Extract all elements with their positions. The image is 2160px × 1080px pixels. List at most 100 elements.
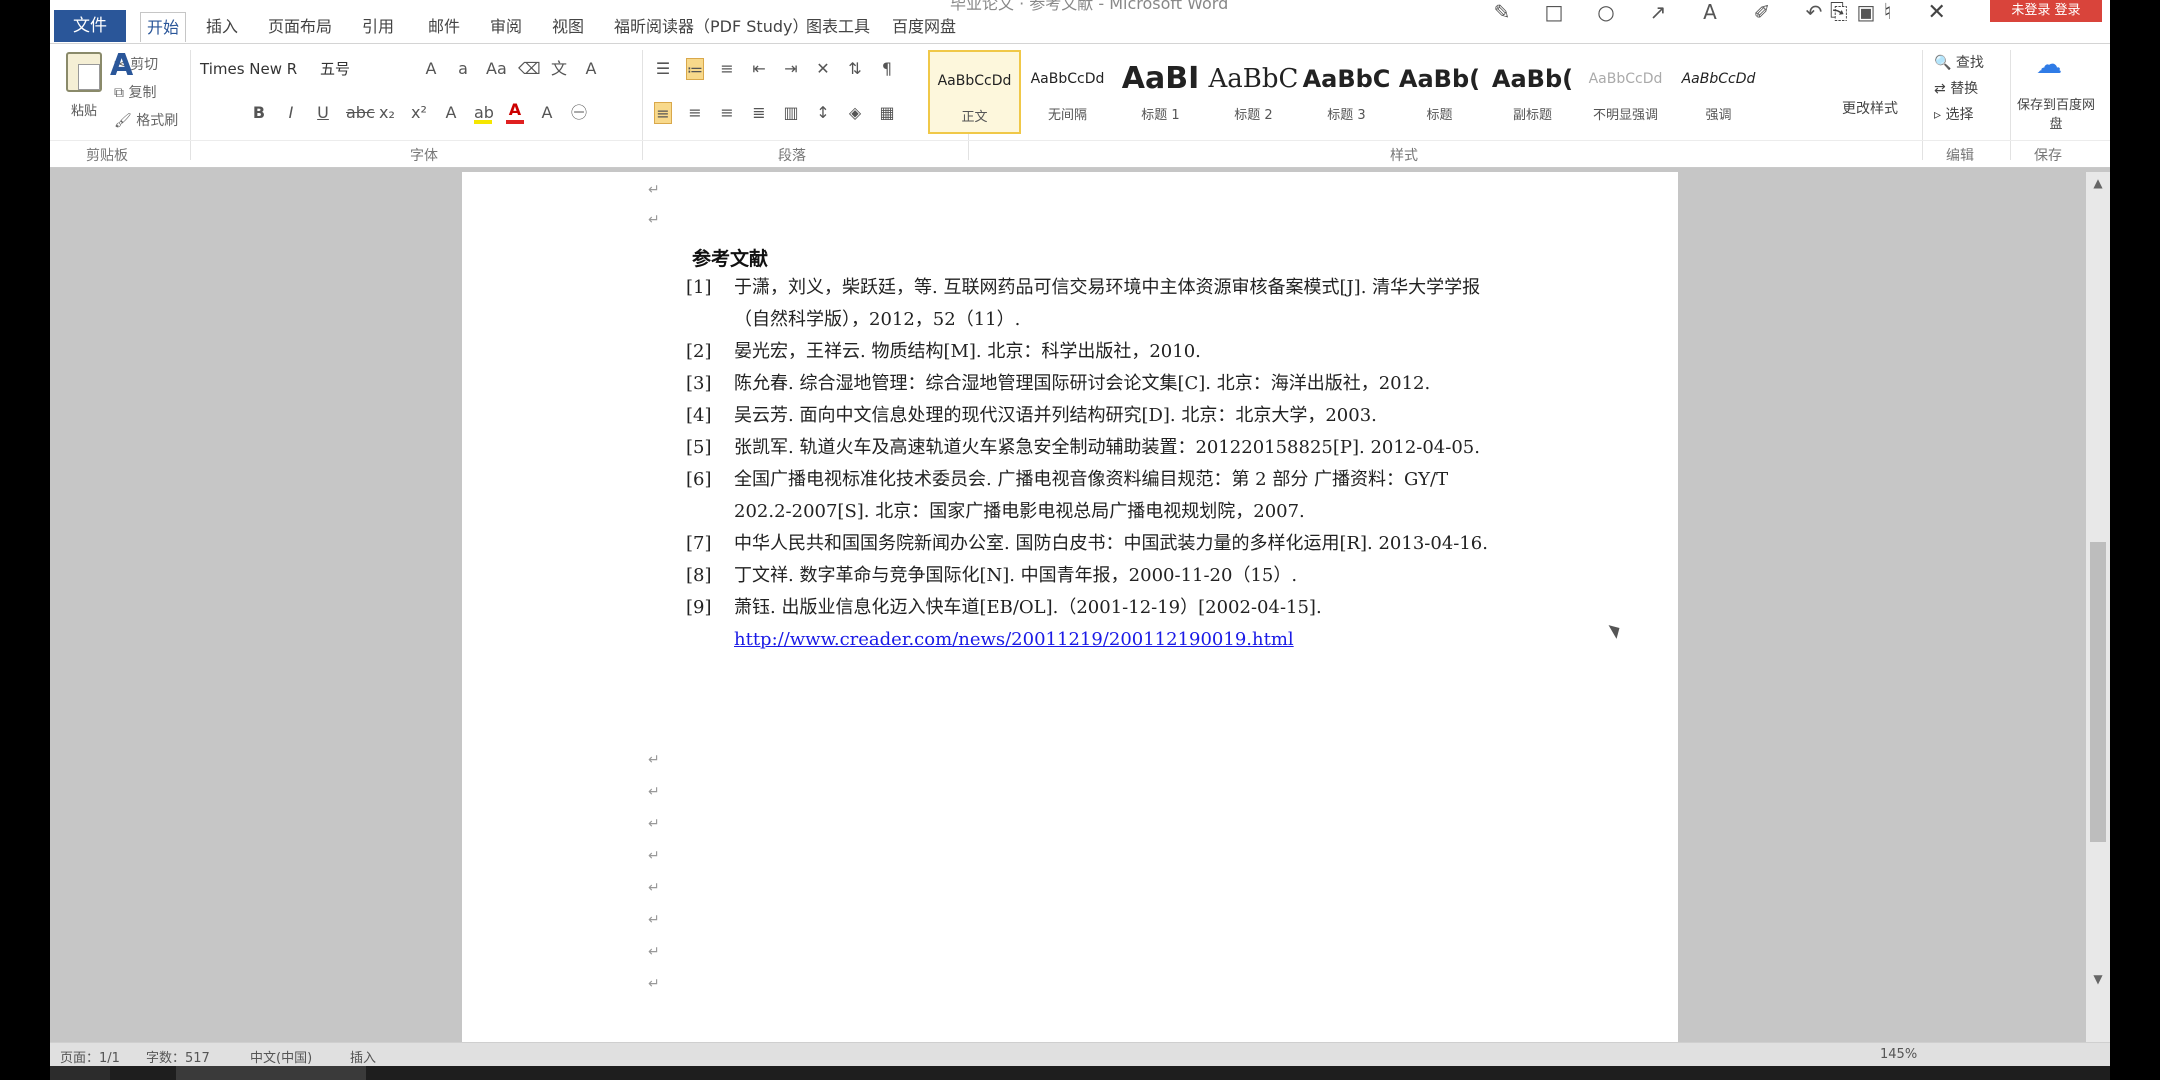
vertical-scrollbar[interactable]: ▲ ▼ (2086, 172, 2110, 1042)
style-heading-1[interactable]: AaBI 标题 1 (1114, 50, 1207, 134)
style-emphasis[interactable]: AaBbCcDd 强调 (1672, 50, 1765, 134)
bold-icon[interactable]: B (250, 102, 268, 124)
char-shading-icon[interactable]: A (538, 102, 556, 124)
close-icon[interactable]: ✕ (1927, 0, 1945, 25)
copy-button[interactable]: ⧉ 复制 (114, 82, 156, 102)
word-window: 毕业论文 · 参考文献 - Microsoft Word 文件 开始 插入 页面… (50, 0, 2110, 1080)
list-item: [6] 全国广播电视标准化技术委员会. 广播电视音像资料编目规范：第 2 部分 … (686, 469, 1449, 522)
find-button[interactable]: 🔍 查找 (1934, 52, 1984, 72)
tab-page-layout[interactable]: 页面布局 (262, 12, 338, 42)
tab-references[interactable]: 引用 (356, 12, 400, 42)
paragraph-mark: ↵ (648, 212, 660, 228)
zoom-level[interactable]: 145% (1880, 1047, 1917, 1062)
tab-baidu-netdisk[interactable]: 百度网盘 (886, 12, 962, 42)
distributed-icon[interactable]: ▥ (782, 102, 800, 124)
pen-icon[interactable]: ✎ (1490, 0, 1514, 24)
undo-icon[interactable]: ↶ (1802, 0, 1826, 24)
tab-home[interactable]: 开始 (140, 12, 187, 42)
replace-button[interactable]: ⇄ 替换 (1934, 78, 1978, 98)
style-subtitle[interactable]: AaBb( 副标题 (1486, 50, 1579, 134)
numbering-icon[interactable]: ≔ (686, 58, 704, 80)
bullets-icon[interactable]: ☰ (654, 58, 672, 80)
login-button[interactable]: 未登录 登录 (1990, 0, 2102, 22)
change-styles-icon[interactable]: A (110, 48, 133, 83)
group-label-paragraph: 段落 (778, 148, 806, 164)
tab-view[interactable]: 视图 (546, 12, 590, 42)
tab-file[interactable]: 文件 (54, 10, 126, 42)
change-case-icon[interactable]: Aa (486, 58, 507, 80)
strikethrough-icon[interactable]: abc (346, 102, 375, 124)
scrollbar-thumb[interactable] (2090, 542, 2106, 842)
tab-mailings[interactable]: 邮件 (422, 12, 466, 42)
align-right-icon[interactable]: ≡ (718, 102, 736, 124)
decrease-indent-icon[interactable]: ⇤ (750, 58, 768, 80)
sort-icon[interactable]: ⇅ (846, 58, 864, 80)
grow-font-icon[interactable]: A (422, 58, 440, 80)
underline-icon[interactable]: U (314, 102, 332, 124)
font-color-icon[interactable]: A (506, 102, 524, 124)
increase-indent-icon[interactable]: ⇥ (782, 58, 800, 80)
start-button[interactable] (50, 1066, 110, 1080)
minimize-icon[interactable]: ⎘ (1830, 0, 1848, 25)
style-heading-3[interactable]: AaBbC 标题 3 (1300, 50, 1393, 134)
group-label-save: 保存 (2034, 148, 2062, 164)
insert-mode[interactable]: 插入 (350, 1047, 376, 1066)
char-border-icon[interactable]: A (582, 58, 600, 80)
style-subtle-emphasis[interactable]: AaBbCcDd 不明显强调 (1579, 50, 1672, 134)
change-styles-button[interactable]: 更改样式 (1842, 98, 1898, 118)
shading-icon[interactable]: ◈ (846, 102, 864, 124)
group-label-clipboard: 剪贴板 (86, 148, 128, 164)
save-to-cloud-button[interactable]: 保存到百度网盘 (2016, 94, 2096, 132)
paste-icon (66, 52, 102, 92)
style-heading-2[interactable]: AaBbC 标题 2 (1207, 50, 1300, 134)
list-item: [2] 晏光宏，王祥云. 物质结构[M]. 北京：科学出版社，2010. (686, 341, 1201, 362)
tab-insert[interactable]: 插入 (200, 12, 244, 42)
language-indicator[interactable]: 中文(中国) (250, 1047, 312, 1066)
list-item: [9] 萧钰. 出版业信息化迈入快车道[EB/OL].（2001-12-19）[… (686, 597, 1322, 650)
word-count[interactable]: 字数：517 (146, 1047, 210, 1066)
highlighter-icon[interactable]: ✐ (1750, 0, 1774, 24)
line-spacing-icon[interactable]: ↕ (814, 102, 832, 124)
justify-icon[interactable]: ≣ (750, 102, 768, 124)
document-page[interactable]: ↵ ↵ 参考文献 [1] 于潇，刘义，柴跃廷，等. 互联网药品可信交易环境中主体… (462, 172, 1678, 1042)
style-normal[interactable]: AaBbCcDd 正文 (928, 50, 1021, 134)
chinese-layout-icon[interactable]: ✕ (814, 58, 832, 80)
tab-review[interactable]: 审阅 (484, 12, 528, 42)
highlight-color-icon[interactable]: ab (474, 102, 494, 124)
group-label-styles: 样式 (1390, 148, 1418, 164)
align-left-icon[interactable]: ≡ (654, 102, 672, 124)
style-no-spacing[interactable]: AaBbCcDd 无间隔 (1021, 50, 1114, 134)
arrow-icon[interactable]: ↗ (1646, 0, 1670, 24)
align-center-icon[interactable]: ≡ (686, 102, 704, 124)
subscript-icon[interactable]: x₂ (378, 102, 396, 124)
paragraph-mark: ↵ (648, 848, 660, 864)
tab-pdf-reader[interactable]: 福昕阅读器（PDF Study） (608, 12, 814, 42)
paste-button[interactable]: 粘贴 (60, 52, 108, 119)
taskbar-app-word[interactable] (176, 1066, 366, 1080)
enclose-char-icon[interactable]: ㊀ (570, 102, 588, 124)
scroll-up-icon[interactable]: ▲ (2090, 176, 2106, 192)
font-size-select[interactable]: 五号 (320, 56, 400, 82)
reference-link[interactable]: http://www.creader.com/news/20011219/200… (734, 629, 1294, 650)
text-effect-icon[interactable]: A (442, 102, 460, 124)
text-tool-icon[interactable]: A (1698, 0, 1722, 24)
italic-icon[interactable]: I (282, 102, 300, 124)
style-title[interactable]: AaBb( 标题 (1393, 50, 1486, 134)
superscript-icon[interactable]: x² (410, 102, 428, 124)
phonetic-guide-icon[interactable]: 文 (550, 58, 568, 80)
clear-format-icon[interactable]: ⌫ (518, 58, 541, 80)
format-painter-button[interactable]: 🖌 格式刷 (114, 110, 178, 130)
rectangle-icon[interactable]: □ (1542, 0, 1566, 24)
font-name-select[interactable]: Times New R (200, 56, 320, 82)
microphone-icon[interactable]: ♮ (1884, 0, 1892, 25)
show-marks-icon[interactable]: ¶ (878, 58, 896, 80)
select-button[interactable]: ▹ 选择 (1934, 104, 1973, 124)
shrink-font-icon[interactable]: a (454, 58, 472, 80)
page-count[interactable]: 页面：1/1 (60, 1047, 120, 1066)
tab-chart-tools[interactable]: 图表工具 (800, 12, 876, 42)
circle-icon[interactable]: ○ (1594, 0, 1618, 24)
multilevel-list-icon[interactable]: ≡ (718, 58, 736, 80)
scroll-down-icon[interactable]: ▼ (2090, 972, 2106, 988)
borders-icon[interactable]: ▦ (878, 102, 896, 124)
paragraph-mark: ↵ (648, 182, 660, 198)
